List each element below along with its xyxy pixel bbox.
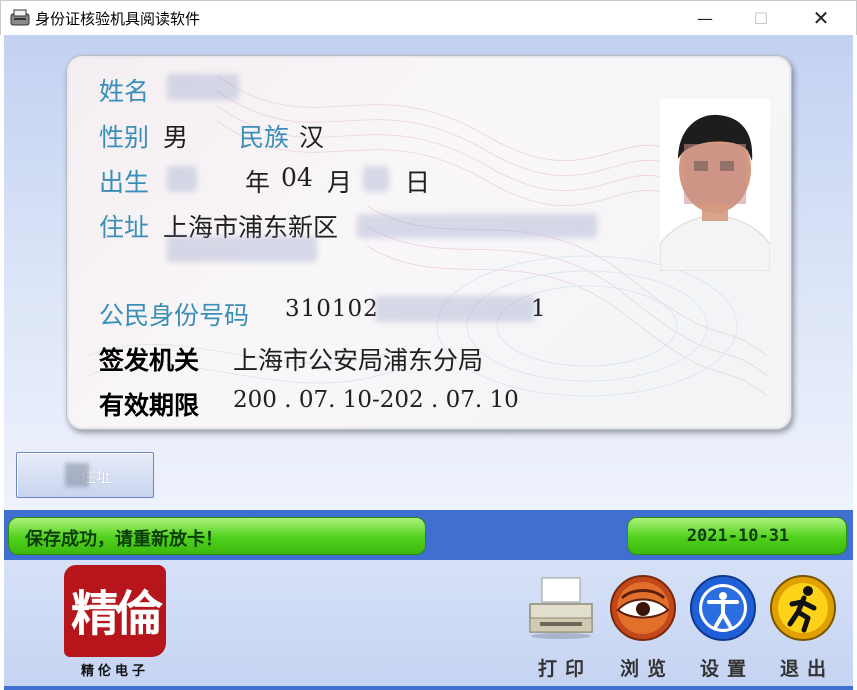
browse-label: 浏览 bbox=[619, 658, 674, 680]
print-button[interactable]: 打印 bbox=[526, 574, 596, 684]
birth-year-unit: 年 bbox=[245, 168, 271, 197]
birth-month-unit: 月 bbox=[327, 168, 353, 197]
title-bar: 身份证核验机具阅读软件 — ☐ ✕ bbox=[0, 0, 857, 35]
id-number-tail: 1 bbox=[531, 296, 546, 322]
eye-icon bbox=[610, 575, 676, 641]
authority-label: 签发机关 bbox=[99, 346, 200, 375]
status-bar: 保存成功，请重新放卡！ bbox=[8, 517, 426, 555]
portrait-image bbox=[660, 99, 770, 271]
company-logo: 精倫 bbox=[64, 565, 166, 657]
address-redaction-line2 bbox=[167, 236, 317, 262]
birth-label: 出生 bbox=[99, 168, 150, 197]
minimize-button[interactable]: — bbox=[682, 1, 728, 35]
window-title: 身份证核验机具阅读软件 bbox=[35, 10, 201, 28]
ethnic-label: 民族 bbox=[239, 123, 290, 152]
maximize-button[interactable]: ☐ bbox=[738, 1, 784, 35]
maximize-icon: ☐ bbox=[753, 8, 769, 28]
browse-button[interactable]: 浏览 bbox=[608, 574, 678, 684]
minimize-icon: — bbox=[697, 8, 713, 28]
settings-button[interactable]: 设置 bbox=[688, 574, 758, 684]
name-redaction bbox=[167, 74, 239, 100]
address-redaction-line1 bbox=[357, 214, 597, 238]
address-button[interactable]: 住址 bbox=[16, 452, 154, 498]
sex-value: 男 bbox=[163, 123, 189, 152]
id-card: 姓名 性别 男 民族 汉 出生 年 04 月 日 住址 上海市浦东新区 公民身份… bbox=[66, 55, 792, 430]
sex-label: 性别 bbox=[99, 123, 150, 152]
birth-day-unit: 日 bbox=[405, 168, 431, 197]
exit-label: 退出 bbox=[779, 658, 834, 680]
date-display: 2021-10-31 bbox=[627, 517, 847, 555]
birth-month: 04 bbox=[281, 163, 313, 192]
ethnic-value: 汉 bbox=[299, 123, 325, 152]
address-label: 住址 bbox=[99, 213, 150, 242]
id-number-value: 310102 bbox=[285, 296, 379, 322]
print-label: 打印 bbox=[537, 658, 592, 680]
running-man-icon bbox=[770, 575, 836, 641]
address-button-redaction bbox=[65, 463, 89, 487]
id-number-redaction bbox=[375, 296, 535, 322]
accessibility-icon bbox=[690, 575, 756, 641]
status-message: 保存成功，请重新放卡！ bbox=[25, 529, 223, 550]
close-icon: ✕ bbox=[812, 6, 830, 30]
id-photo bbox=[660, 99, 770, 271]
printer-icon bbox=[529, 577, 593, 639]
company-name: 精伦电子 bbox=[80, 664, 149, 679]
validity-label: 有效期限 bbox=[99, 391, 200, 420]
id-number-label: 公民身份号码 bbox=[99, 301, 250, 330]
app-icon bbox=[10, 9, 30, 26]
birth-year-redaction bbox=[167, 166, 197, 192]
current-date: 2021-10-31 bbox=[686, 526, 790, 546]
name-label: 姓名 bbox=[99, 77, 150, 106]
settings-label: 设置 bbox=[699, 658, 754, 680]
close-button[interactable]: ✕ bbox=[798, 1, 844, 35]
authority-value: 上海市公安局浦东分局 bbox=[233, 346, 484, 375]
birth-day-redaction bbox=[363, 166, 389, 192]
exit-button[interactable]: 退出 bbox=[768, 574, 838, 684]
validity-value: 200 . 07. 10-202 . 07. 10 bbox=[233, 387, 519, 413]
